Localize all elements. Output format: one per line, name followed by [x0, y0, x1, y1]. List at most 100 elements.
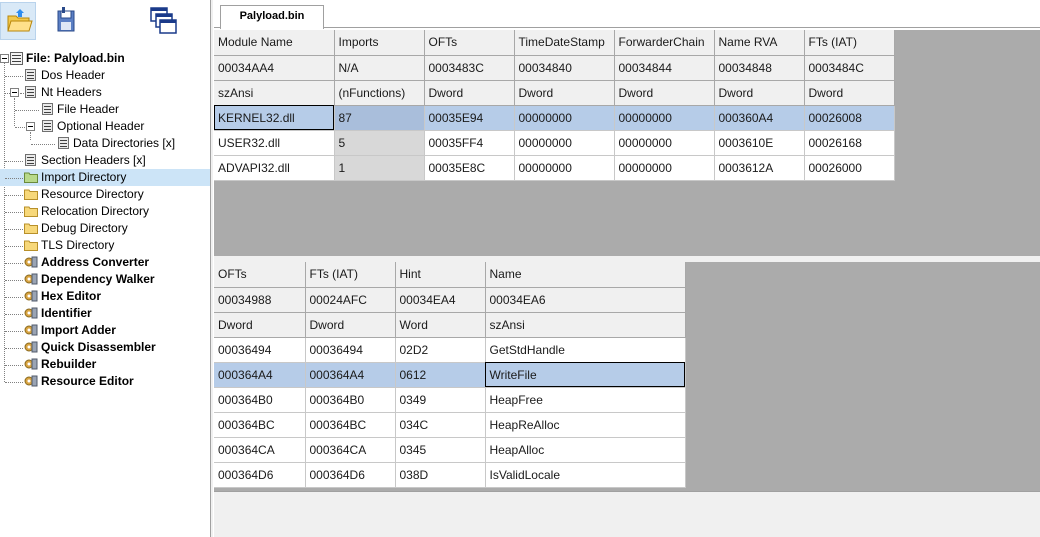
table-row[interactable]: 000364B0 000364B0 0349 HeapFree	[214, 387, 686, 413]
tree-item-nt-headers[interactable]: Nt Headers	[0, 84, 210, 101]
table-cell[interactable]: 00000000	[614, 130, 715, 156]
collapse-toggle-icon[interactable]	[0, 54, 9, 63]
table-row[interactable]: USER32.dll 5 00035FF4 00000000 00000000 00036…	[214, 130, 895, 156]
table-cell[interactable]: 000364BC	[214, 412, 306, 438]
tree-item-identifier[interactable]: Identifier	[0, 305, 210, 322]
table-cell[interactable]: 000364BC	[305, 412, 396, 438]
table-cell[interactable]: HeapFree	[485, 387, 686, 413]
header-cell[interactable]: Module Name	[214, 30, 335, 56]
header-cell[interactable]: Name RVA	[714, 30, 805, 56]
tree-item-file-root[interactable]: File: Palyload.bin	[0, 50, 210, 67]
tree-item-dos-header[interactable]: Dos Header	[0, 67, 210, 84]
table-cell[interactable]: 00026000	[804, 155, 895, 181]
table-cell[interactable]: 5	[334, 130, 425, 156]
tab-palyload-bin[interactable]: Palyload.bin	[220, 5, 324, 29]
table-cell[interactable]: 00036494	[305, 337, 396, 363]
table-row[interactable]: 000364CA 000364CA 0345 HeapAlloc	[214, 437, 686, 463]
table-cell[interactable]: 00000000	[614, 155, 715, 181]
table-cell[interactable]: 038D	[395, 462, 486, 488]
table-cell[interactable]: 000364B0	[305, 387, 396, 413]
table-cell[interactable]: 02D2	[395, 337, 486, 363]
tree-item-quick-disassembler[interactable]: Quick Disassembler	[0, 339, 210, 356]
table-cell[interactable]: 87	[334, 105, 425, 131]
header-cell: 00034844	[614, 55, 715, 81]
header-cell[interactable]: Name	[485, 262, 686, 288]
windows-button[interactable]	[144, 2, 180, 40]
table-cell[interactable]: 000364CA	[214, 437, 306, 463]
table-cell[interactable]: 0612	[395, 362, 486, 388]
table-cell[interactable]: 00035E8C	[424, 155, 515, 181]
table-cell[interactable]: 000364A4	[214, 362, 306, 388]
header-cell[interactable]: OFTs	[214, 262, 306, 288]
tree-item-rebuilder[interactable]: Rebuilder	[0, 356, 210, 373]
column-header-row: Module Name Imports OFTs TimeDateStamp Forwa…	[214, 30, 895, 56]
table-cell[interactable]: 000364D6	[305, 462, 396, 488]
tree-item-relocation-directory[interactable]: Relocation Directory	[0, 203, 210, 220]
header-cell[interactable]: OFTs	[424, 30, 515, 56]
table-cell[interactable]: 000364B0	[214, 387, 306, 413]
table-cell[interactable]: 00035E94	[424, 105, 515, 131]
table-cell[interactable]: HeapReAlloc	[485, 412, 686, 438]
table-cell[interactable]: 000364CA	[305, 437, 396, 463]
table-cell[interactable]: 00035FF4	[424, 130, 515, 156]
table-cell[interactable]: 000364D6	[214, 462, 306, 488]
header-cell[interactable]: FTs (IAT)	[305, 262, 396, 288]
table-row[interactable]: KERNEL32.dll 87 00035E94 00000000 00000000 00…	[214, 105, 895, 131]
folder-icon	[24, 206, 38, 217]
tree-item-resource-editor[interactable]: Resource Editor	[0, 373, 210, 390]
tree-item-data-directories[interactable]: Data Directories [x]	[0, 135, 210, 152]
tree-item-resource-directory[interactable]: Resource Directory	[0, 186, 210, 203]
table-cell[interactable]: 000360A4	[714, 105, 805, 131]
table-cell[interactable]: 00000000	[614, 105, 715, 131]
table-cell[interactable]: 0003610E	[714, 130, 805, 156]
header-cell[interactable]: ForwarderChain	[614, 30, 715, 56]
header-cell[interactable]: Hint	[395, 262, 486, 288]
table-cell[interactable]: IsValidLocale	[485, 462, 686, 488]
table-cell[interactable]: 00000000	[514, 105, 615, 131]
header-cell[interactable]: TimeDateStamp	[514, 30, 615, 56]
tree-label: Resource Directory	[41, 187, 144, 201]
table-cell[interactable]: 1	[334, 155, 425, 181]
panel-splitter[interactable]	[210, 0, 213, 537]
tree-item-dependency-walker[interactable]: Dependency Walker	[0, 271, 210, 288]
tree-item-section-headers[interactable]: Section Headers [x]	[0, 152, 210, 169]
tree-item-import-directory[interactable]: Import Directory	[0, 169, 210, 186]
table-cell[interactable]: 034C	[395, 412, 486, 438]
save-file-button[interactable]	[48, 2, 84, 40]
table-cell[interactable]: 0345	[395, 437, 486, 463]
tree-item-import-adder[interactable]: Import Adder	[0, 322, 210, 339]
table-cell[interactable]: 0003612A	[714, 155, 805, 181]
table-cell[interactable]: HeapAlloc	[485, 437, 686, 463]
table-row[interactable]: 00036494 00036494 02D2 GetStdHandle	[214, 337, 686, 363]
table-row[interactable]: 000364A4 000364A4 0612 WriteFile	[214, 362, 686, 388]
open-folder-icon	[7, 9, 33, 32]
collapse-toggle-icon[interactable]	[10, 88, 19, 97]
table-cell[interactable]: 00000000	[514, 130, 615, 156]
header-cell[interactable]: Imports	[334, 30, 425, 56]
table-cell[interactable]: 00026168	[804, 130, 895, 156]
table-row[interactable]: ADVAPI32.dll 1 00035E8C 00000000 00000000 000…	[214, 155, 895, 181]
tree-item-optional-header[interactable]: Optional Header	[0, 118, 210, 135]
table-cell[interactable]: GetStdHandle	[485, 337, 686, 363]
table-cell[interactable]: 0349	[395, 387, 486, 413]
header-cell: szAnsi	[214, 80, 335, 106]
header-icon	[25, 154, 36, 166]
collapse-toggle-icon[interactable]	[26, 122, 35, 131]
table-cell[interactable]: 00026008	[804, 105, 895, 131]
open-file-button[interactable]	[0, 2, 36, 40]
tree-item-file-header[interactable]: File Header	[0, 101, 210, 118]
table-cell[interactable]: 000364A4	[305, 362, 396, 388]
table-cell[interactable]: KERNEL32.dll	[214, 105, 335, 131]
table-cell[interactable]: 00036494	[214, 337, 306, 363]
table-cell[interactable]: ADVAPI32.dll	[214, 155, 335, 181]
table-cell[interactable]: 00000000	[514, 155, 615, 181]
tree-item-address-converter[interactable]: Address Converter	[0, 254, 210, 271]
header-cell[interactable]: FTs (IAT)	[804, 30, 895, 56]
table-row[interactable]: 000364BC 000364BC 034C HeapReAlloc	[214, 412, 686, 438]
table-cell[interactable]: USER32.dll	[214, 130, 335, 156]
tree-item-debug-directory[interactable]: Debug Directory	[0, 220, 210, 237]
tree-item-tls-directory[interactable]: TLS Directory	[0, 237, 210, 254]
tree-item-hex-editor[interactable]: Hex Editor	[0, 288, 210, 305]
table-cell[interactable]: WriteFile	[485, 362, 686, 388]
table-row[interactable]: 000364D6 000364D6 038D IsValidLocale	[214, 462, 686, 488]
